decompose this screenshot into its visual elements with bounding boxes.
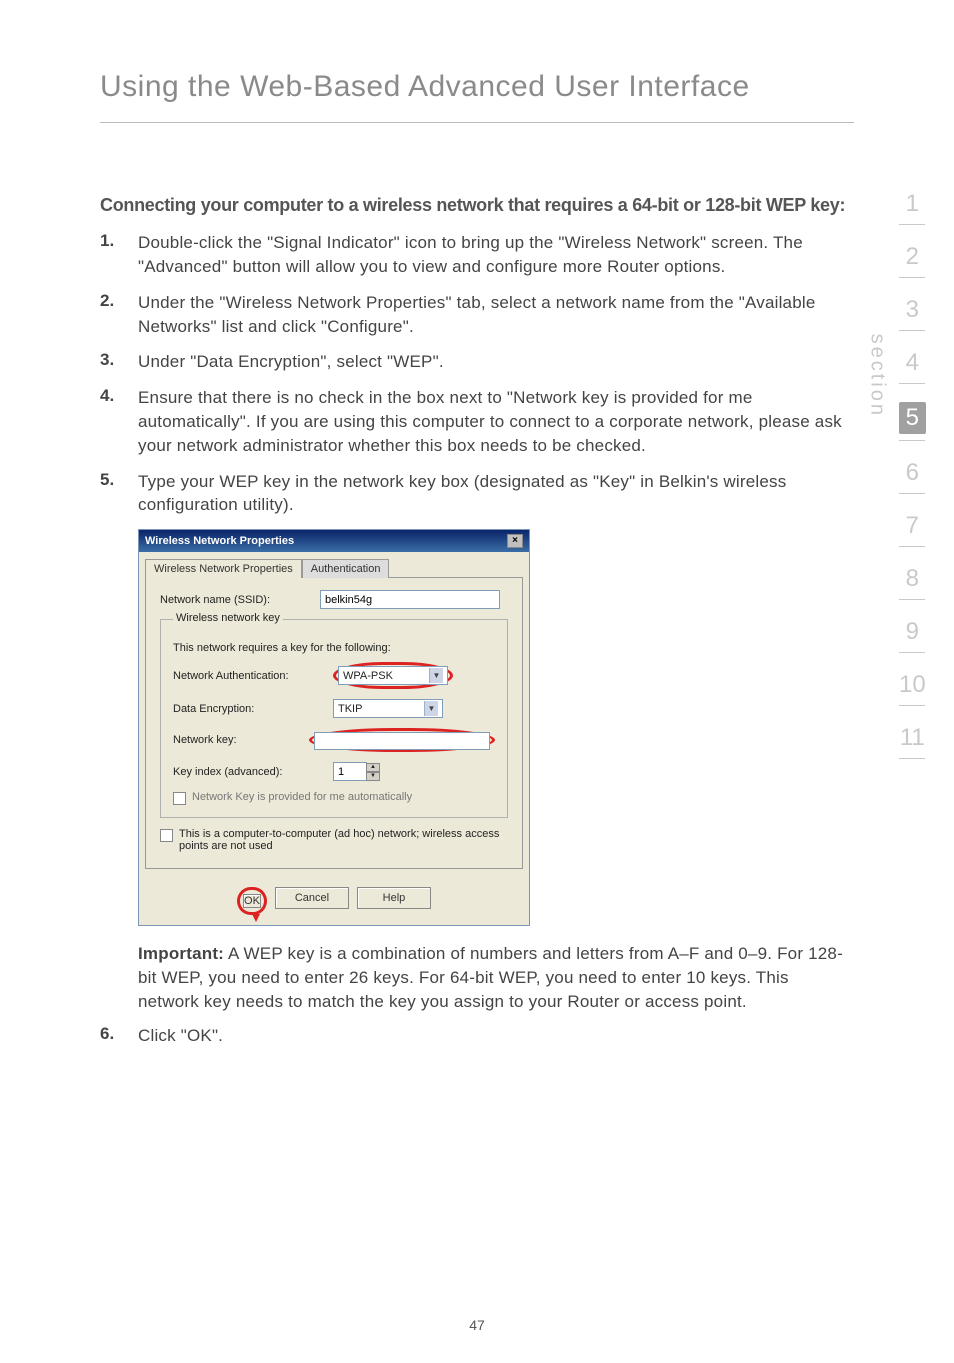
dialog-titlebar: Wireless Network Properties × bbox=[139, 530, 529, 552]
important-label: Important: bbox=[138, 944, 224, 963]
step-text: Under "Data Encryption", select "WEP". bbox=[138, 350, 444, 374]
step-4: 4. Ensure that there is no check in the … bbox=[100, 386, 854, 457]
step-5: 5. Type your WEP key in the network key … bbox=[100, 470, 854, 518]
red-circle-annotation: WPA-PSK ▼ bbox=[333, 662, 453, 689]
key-index-label: Key index (advanced): bbox=[173, 766, 333, 778]
tab-wireless-properties[interactable]: Wireless Network Properties bbox=[145, 559, 302, 578]
close-icon[interactable]: × bbox=[507, 534, 523, 548]
important-text: A WEP key is a combination of numbers an… bbox=[138, 944, 843, 1011]
network-key-label: Network key: bbox=[173, 734, 309, 746]
auth-label: Network Authentication: bbox=[173, 670, 333, 682]
adhoc-checkbox-row: This is a computer-to-computer (ad hoc) … bbox=[160, 828, 508, 852]
tab-authentication[interactable]: Authentication bbox=[302, 559, 390, 578]
section-tab-2[interactable]: 2 bbox=[906, 243, 919, 271]
fieldset-legend: Wireless network key bbox=[173, 612, 283, 624]
wireless-key-fieldset: Wireless network key This network requir… bbox=[160, 619, 508, 818]
section-tab-4[interactable]: 4 bbox=[906, 349, 919, 377]
step-text: Type your WEP key in the network key box… bbox=[138, 470, 854, 518]
dialog-title-text: Wireless Network Properties bbox=[145, 535, 294, 547]
step-num: 3. bbox=[100, 350, 138, 374]
auth-row: Network Authentication: WPA-PSK ▼ bbox=[173, 662, 495, 689]
cancel-button[interactable]: Cancel bbox=[275, 887, 349, 909]
step-num: 6. bbox=[100, 1024, 138, 1048]
section-label: section bbox=[865, 334, 888, 418]
page-title: Using the Web-Based Advanced User Interf… bbox=[100, 70, 854, 123]
section-nav: 1 2 3 4 5 6 7 8 9 10 11 bbox=[899, 190, 926, 777]
step-3: 3. Under "Data Encryption", select "WEP"… bbox=[100, 350, 854, 374]
section-tab-5-active[interactable]: 5 bbox=[899, 402, 926, 434]
auto-key-label: Network Key is provided for me automatic… bbox=[192, 791, 412, 803]
step-num: 5. bbox=[100, 470, 138, 518]
step-text: Click "OK". bbox=[138, 1024, 223, 1048]
section-tab-11[interactable]: 11 bbox=[900, 724, 925, 752]
network-name-row: Network name (SSID): bbox=[160, 590, 508, 609]
step-text: Under the "Wireless Network Properties" … bbox=[138, 291, 854, 339]
encryption-label: Data Encryption: bbox=[173, 703, 333, 715]
page-number: 47 bbox=[469, 1317, 485, 1333]
network-key-input[interactable] bbox=[314, 732, 490, 750]
encryption-value: TKIP bbox=[338, 703, 362, 715]
step-num: 2. bbox=[100, 291, 138, 339]
section-subtitle: Connecting your computer to a wireless n… bbox=[100, 193, 854, 217]
dialog-body: Network name (SSID): Wireless network ke… bbox=[145, 577, 523, 869]
chevron-down-icon: ▼ bbox=[424, 701, 438, 716]
dialog-tabs: Wireless Network Properties Authenticati… bbox=[139, 552, 529, 577]
help-button[interactable]: Help bbox=[357, 887, 431, 909]
step-6: 6. Click "OK". bbox=[100, 1024, 854, 1048]
spin-up-icon[interactable]: ▲ bbox=[366, 763, 380, 772]
dialog-button-row: OK Cancel Help bbox=[139, 877, 529, 925]
chevron-down-icon: ▼ bbox=[429, 668, 443, 683]
section-tab-6[interactable]: 6 bbox=[906, 459, 919, 487]
checkbox-icon[interactable] bbox=[173, 792, 186, 805]
network-name-label: Network name (SSID): bbox=[160, 594, 320, 606]
encryption-row: Data Encryption: TKIP ▼ bbox=[173, 699, 495, 718]
red-circle-annotation: OK bbox=[237, 887, 267, 915]
red-circle-annotation bbox=[309, 728, 495, 752]
fieldset-desc: This network requires a key for the foll… bbox=[173, 642, 495, 654]
step-text: Double-click the "Signal Indicator" icon… bbox=[138, 231, 854, 279]
step-2: 2. Under the "Wireless Network Propertie… bbox=[100, 291, 854, 339]
spin-down-icon[interactable]: ▼ bbox=[366, 772, 380, 781]
checkbox-icon[interactable] bbox=[160, 829, 173, 842]
section-tab-10[interactable]: 10 bbox=[899, 671, 926, 699]
step-text: Ensure that there is no check in the box… bbox=[138, 386, 854, 457]
important-note: Important: A WEP key is a combination of… bbox=[138, 942, 854, 1013]
ok-button[interactable]: OK bbox=[243, 894, 261, 908]
key-index-row: Key index (advanced): ▲ ▼ bbox=[173, 762, 495, 781]
step-num: 1. bbox=[100, 231, 138, 279]
step-1: 1. Double-click the "Signal Indicator" i… bbox=[100, 231, 854, 279]
wireless-properties-dialog: Wireless Network Properties × Wireless N… bbox=[138, 529, 530, 926]
encryption-select[interactable]: TKIP ▼ bbox=[333, 699, 443, 718]
section-tab-9[interactable]: 9 bbox=[906, 618, 919, 646]
section-tab-1[interactable]: 1 bbox=[906, 190, 919, 218]
adhoc-label: This is a computer-to-computer (ad hoc) … bbox=[179, 828, 508, 852]
auto-key-checkbox-row: Network Key is provided for me automatic… bbox=[173, 791, 495, 805]
section-tab-8[interactable]: 8 bbox=[906, 565, 919, 593]
section-tab-7[interactable]: 7 bbox=[906, 512, 919, 540]
auth-select[interactable]: WPA-PSK ▼ bbox=[338, 666, 448, 685]
step-num: 4. bbox=[100, 386, 138, 457]
network-name-input[interactable] bbox=[320, 590, 500, 609]
auth-value: WPA-PSK bbox=[343, 670, 393, 682]
network-key-row: Network key: bbox=[173, 728, 495, 752]
key-index-input[interactable] bbox=[333, 762, 367, 781]
section-tab-3[interactable]: 3 bbox=[906, 296, 919, 324]
key-index-spinner[interactable]: ▲ ▼ bbox=[333, 762, 380, 781]
